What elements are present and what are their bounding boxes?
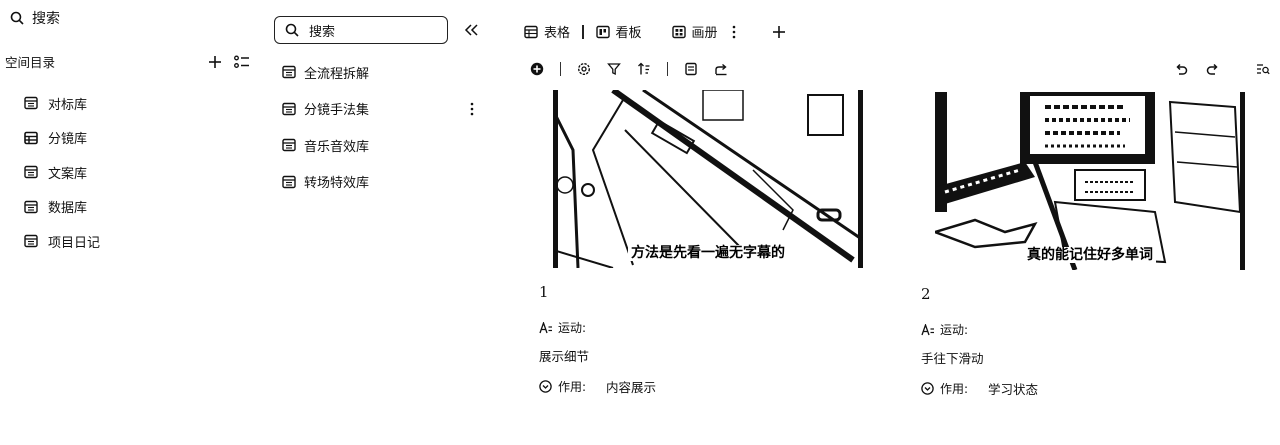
table-icon [24,234,38,248]
field-purpose: 作用: 内容展示 [539,377,863,396]
list-item-label: 转场特效库 [304,176,370,192]
card-subtitle-caption: 真的能记住好多单词 [935,244,1245,264]
list-item-full-process[interactable]: 全流程拆解 [282,54,482,91]
find-icon[interactable] [1256,62,1270,76]
table-icon [524,25,538,39]
history-toolbar [1174,62,1270,76]
add-icon[interactable] [208,55,222,69]
add-record-icon[interactable] [530,62,544,76]
text-field-icon [539,321,553,334]
table-list: 全流程拆解 分镜手法集 音乐音效库 转场特效库 [282,54,482,200]
settings-icon[interactable] [577,62,591,76]
tab-label: 看板 [615,26,642,41]
gallery-toolbar [530,62,728,76]
space-directory-header: 空间目录 [5,52,250,71]
sidebar-item-label: 对标库 [48,97,88,113]
table-icon [282,175,296,189]
grid-table-icon [24,131,38,145]
tab-label: 表格 [544,26,571,41]
sidebar-item-copywriting[interactable]: 文案库 [24,155,100,190]
sidebar-item-label: 文案库 [48,166,88,182]
sidebar-search[interactable]: 搜索 [10,8,60,28]
filter-icon[interactable] [607,62,621,76]
list-item-label: 音乐音效库 [304,139,370,155]
field-label: 运动: [940,323,969,337]
sidebar-search-label: 搜索 [32,11,60,27]
card-style-icon[interactable] [684,62,698,76]
field-label: 运动: [558,321,587,335]
gallery-card[interactable]: 真的能记住好多单词 2 运动: 手往下滑动 作用: 学习状态 [921,92,1245,398]
field-value: 展示细节 [539,349,590,364]
sidebar-item-database[interactable]: 数据库 [24,190,100,225]
card-title: 1 [539,283,549,301]
list-item-music-sfx[interactable]: 音乐音效库 [282,127,482,164]
text-field-icon [921,323,935,336]
single-select-icon [539,380,552,393]
field-purpose: 作用: 学习状态 [921,379,1245,398]
list-settings-icon[interactable] [234,55,250,69]
panel-search-input[interactable]: 搜索 [274,16,448,44]
table-icon [282,102,296,116]
share-icon[interactable] [714,62,728,76]
sort-icon[interactable] [637,62,651,76]
more-vertical-icon[interactable] [470,102,474,116]
space-directory-title: 空间目录 [5,55,56,70]
toolbar-divider [667,62,668,76]
tab-table[interactable]: 表格 [524,22,570,41]
tab-label: 画册 [691,26,718,41]
search-placeholder: 搜索 [309,24,336,40]
field-motion: 运动: [921,321,1245,338]
card-thumbnail-image: 真的能记住好多单词 [935,92,1245,270]
table-icon [282,65,296,79]
search-icon [10,11,24,25]
add-view-icon[interactable] [772,25,786,39]
tab-gallery[interactable]: 画册 [671,22,718,41]
list-item-label: 分镜手法集 [304,103,370,119]
search-icon [285,23,299,37]
tab-divider [582,24,584,39]
sidebar-item-label: 分镜库 [48,132,88,148]
table-icon [24,165,38,179]
table-icon [24,96,38,110]
field-tag-value: 学习状态 [988,382,1039,397]
view-tabs: 表格 看板 画册 [524,22,786,41]
card-subtitle-caption: 方法是先看一遍无字幕的 [553,242,863,262]
collapse-panel-icon[interactable] [463,22,479,38]
field-tag-value: 内容展示 [606,380,657,395]
list-item-label: 全流程拆解 [304,66,370,82]
sidebar-item-benchmark[interactable]: 对标库 [24,86,100,121]
sidebar-item-project-diary[interactable]: 项目日记 [24,224,100,259]
undo-icon[interactable] [1174,62,1188,76]
more-vertical-icon[interactable] [732,25,736,39]
sidebar-item-label: 数据库 [48,201,88,217]
sidebar-nav: 对标库 分镜库 文案库 数据库 项目日记 [24,86,100,259]
list-item-transition-fx[interactable]: 转场特效库 [282,164,482,201]
table-icon [24,200,38,214]
sidebar-item-label: 项目日记 [48,235,101,251]
sidebar-item-storyboard[interactable]: 分镜库 [24,121,100,156]
field-motion: 运动: [539,319,863,336]
redo-icon[interactable] [1206,62,1220,76]
table-icon [282,138,296,152]
field-label: 作用: [558,380,587,394]
tab-kanban[interactable]: 看板 [595,22,642,41]
kanban-icon [595,25,610,39]
card-title: 2 [921,285,931,303]
card-thumbnail-image: 方法是先看一遍无字幕的 [553,90,863,268]
list-item-storyboard-techniques[interactable]: 分镜手法集 [282,91,482,128]
toolbar-divider [560,62,561,76]
field-value: 手往下滑动 [921,351,984,366]
gallery-icon [671,25,686,39]
single-select-icon [921,382,934,395]
gallery-card[interactable]: 方法是先看一遍无字幕的 1 运动: 展示细节 作用: 内容展示 [539,90,863,396]
field-label: 作用: [940,382,969,396]
